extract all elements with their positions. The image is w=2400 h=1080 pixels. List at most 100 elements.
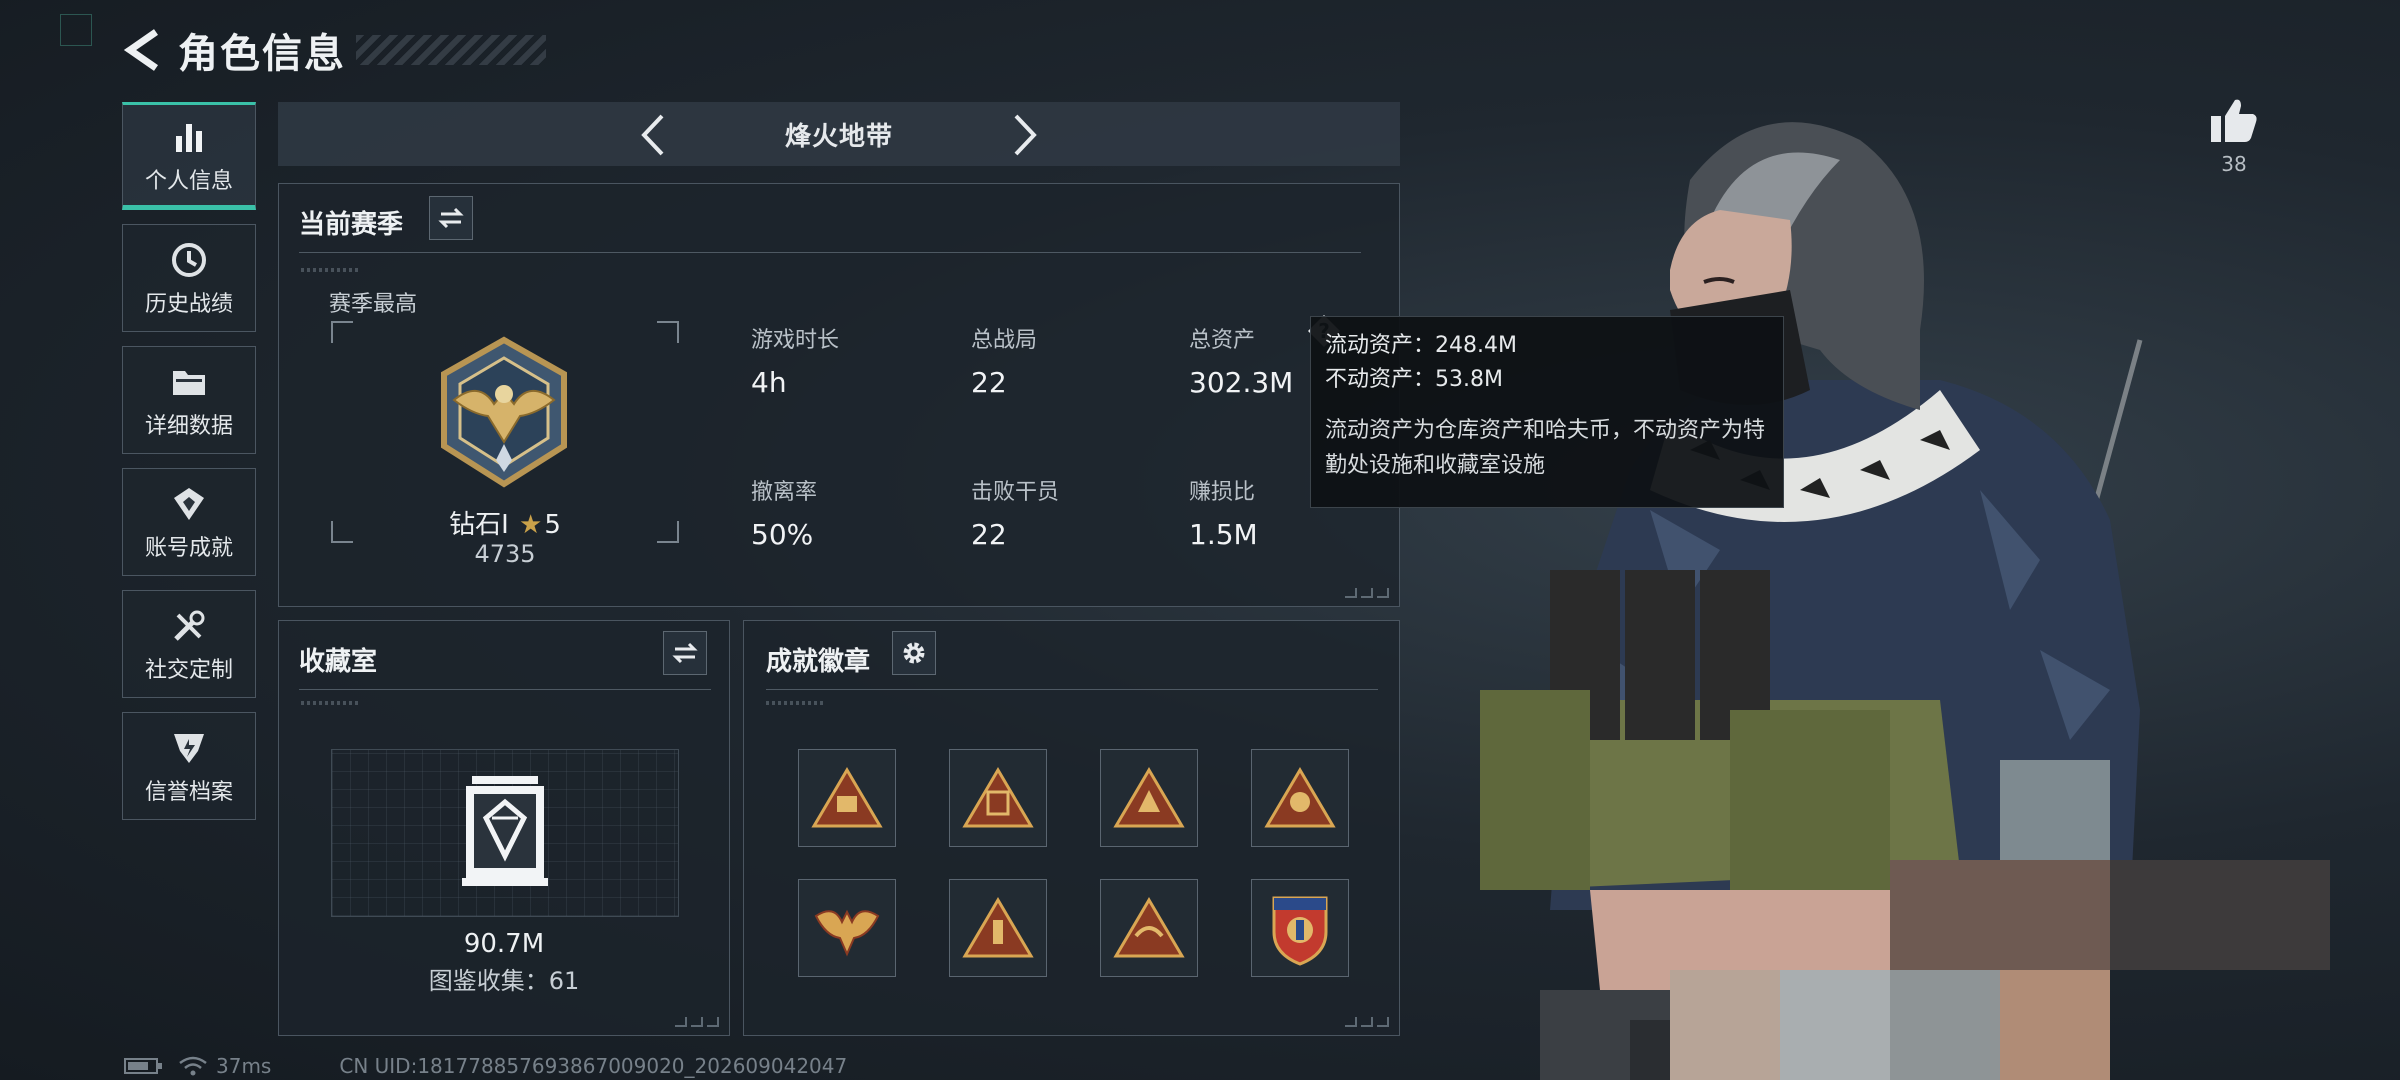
like-widget: 38 <box>2206 96 2262 176</box>
tooltip-note: 流动资产为仓库资产和哈夫币，不动资产为特勤处设施和收藏室设施 <box>1325 418 1766 479</box>
achievement-badge-5[interactable] <box>798 879 896 977</box>
sidebar-item-reputation[interactable]: 信誉档案 <box>122 712 256 820</box>
swap-arrows-icon <box>672 642 698 664</box>
sidebar-item-label: 个人信息 <box>144 169 233 194</box>
achievement-badge-3[interactable] <box>1100 749 1198 847</box>
achievement-badge-8[interactable] <box>1251 879 1349 977</box>
star-icon: ★ <box>519 510 543 540</box>
switch-season-button[interactable] <box>429 196 473 240</box>
shield-emblem-icon <box>170 726 208 770</box>
achievement-settings-button[interactable] <box>892 631 936 675</box>
sidebar-item-label: 社交定制 <box>144 658 233 683</box>
thumbs-up-icon <box>2211 99 2257 142</box>
triangle-badge-icon <box>1264 767 1336 828</box>
tick-decoration <box>301 268 361 272</box>
display-case-icon <box>462 776 548 886</box>
mosaic-block <box>2110 860 2330 970</box>
mosaic-block <box>1890 860 2110 970</box>
stat-total-assets: 总资产 302.3M <box>1189 328 1294 399</box>
sidebar: 个人信息 历史战绩 详细数据 账号成就 社交定制 信誉档案 <box>122 102 258 834</box>
sidebar-item-label: 详细数据 <box>144 414 233 439</box>
top-bar: 角色信息 <box>120 22 546 78</box>
tooltip-liquid-assets: 流动资产：248.4M <box>1325 333 1517 358</box>
corner-frame-mark <box>60 14 92 46</box>
season-selector: 烽火地带 <box>278 102 1400 166</box>
triangle-badge-icon <box>962 767 1034 828</box>
corner-decoration <box>1345 588 1389 598</box>
mosaic-block <box>2000 760 2110 860</box>
collection-panel: 收藏室 90.7M 图鉴收集：61 <box>278 620 730 1036</box>
triangle-badge-icon <box>1113 897 1185 958</box>
badge-icon <box>170 482 208 526</box>
user-uid: CN UID:181778857693867009020_20260904204… <box>339 1054 848 1078</box>
stat-extract-rate: 撤离率 50% <box>751 480 818 551</box>
eagle-badge-icon <box>814 909 880 957</box>
back-button[interactable] <box>120 28 164 72</box>
achievements-panel: 成就徽章 <box>743 620 1400 1036</box>
stat-profit-ratio: 赚损比 1.5M <box>1189 480 1258 551</box>
page-title: 角色信息 <box>178 31 346 77</box>
achievement-badge-2[interactable] <box>949 749 1047 847</box>
tick-decoration <box>301 701 361 705</box>
chevron-left-icon <box>641 114 664 156</box>
rank-name-line: 钻石I ★5 <box>331 504 679 541</box>
season-best-label: 赛季最高 <box>329 292 418 317</box>
tick-decoration <box>766 701 826 705</box>
panel-title: 成就徽章 <box>766 647 871 677</box>
shield-badge-icon <box>1272 896 1328 966</box>
sidebar-item-label: 账号成就 <box>144 536 233 561</box>
season-name: 烽火地带 <box>784 121 893 152</box>
diamond-rank-emblem-icon <box>441 336 567 488</box>
sidebar-item-account-achievements[interactable]: 账号成就 <box>122 468 256 576</box>
panel-title: 收藏室 <box>299 647 378 677</box>
back-arrow-icon <box>123 29 158 71</box>
sidebar-item-personal-info[interactable]: 个人信息 <box>122 102 256 210</box>
status-bar: 37ms CN UID:181778857693867009020_202609… <box>124 1054 847 1078</box>
assets-tooltip: 流动资产：248.4M 不动资产：53.8M 流动资产为仓库资产和哈夫币，不动资… <box>1310 316 1784 508</box>
panel-title: 当前赛季 <box>299 210 404 240</box>
swap-arrows-icon <box>438 207 464 229</box>
sidebar-item-detailed-data[interactable]: 详细数据 <box>122 346 256 454</box>
prev-season-button[interactable] <box>628 110 678 160</box>
corner-decoration <box>675 1017 719 1027</box>
stat-operators-defeated: 击败干员 22 <box>971 480 1060 551</box>
chevron-right-icon <box>1014 114 1037 156</box>
ping-value: 37ms <box>216 1054 272 1078</box>
rank-points: 4735 <box>474 540 536 568</box>
mosaic-block <box>2000 970 2110 1080</box>
sidebar-item-match-history[interactable]: 历史战绩 <box>122 224 256 332</box>
achievement-badge-7[interactable] <box>1100 879 1198 977</box>
wifi-icon <box>179 1056 207 1076</box>
triangle-badge-icon <box>962 897 1034 958</box>
clock-icon <box>170 238 208 282</box>
collection-count: 图鉴收集：61 <box>428 967 580 995</box>
rank-stars: 5 <box>544 510 561 540</box>
mosaic-block <box>1890 970 2000 1080</box>
corner-decoration <box>1345 1017 1389 1027</box>
current-season-panel: 当前赛季 赛季最高 钻石I ★5 4735 游戏时长 4h 总战局 22 总资产… <box>278 183 1400 607</box>
achievement-badge-6[interactable] <box>949 879 1047 977</box>
sidebar-item-social-custom[interactable]: 社交定制 <box>122 590 256 698</box>
like-button[interactable] <box>2206 96 2262 148</box>
like-count: 38 <box>2221 152 2247 176</box>
stat-total-matches: 总战局 22 <box>971 328 1038 399</box>
sidebar-item-label: 历史战绩 <box>144 292 233 317</box>
achievement-badge-1[interactable] <box>798 749 896 847</box>
tools-icon <box>170 604 208 648</box>
collection-display[interactable] <box>331 749 679 917</box>
mosaic-block <box>1780 970 1890 1080</box>
gear-icon <box>903 642 925 664</box>
rank-name: 钻石I <box>449 510 509 540</box>
divider <box>766 689 1378 690</box>
divider <box>299 689 711 690</box>
next-season-button[interactable] <box>1000 110 1050 160</box>
divider <box>299 252 1361 253</box>
tooltip-fixed-assets: 不动资产：53.8M <box>1325 367 1503 393</box>
achievement-badge-4[interactable] <box>1251 749 1349 847</box>
sidebar-item-label: 信誉档案 <box>144 780 233 805</box>
bar-chart-icon <box>172 115 206 159</box>
triangle-badge-icon <box>1113 767 1185 828</box>
switch-collection-button[interactable] <box>663 631 707 675</box>
collection-value: 90.7M <box>463 929 545 959</box>
folder-icon <box>170 360 208 404</box>
